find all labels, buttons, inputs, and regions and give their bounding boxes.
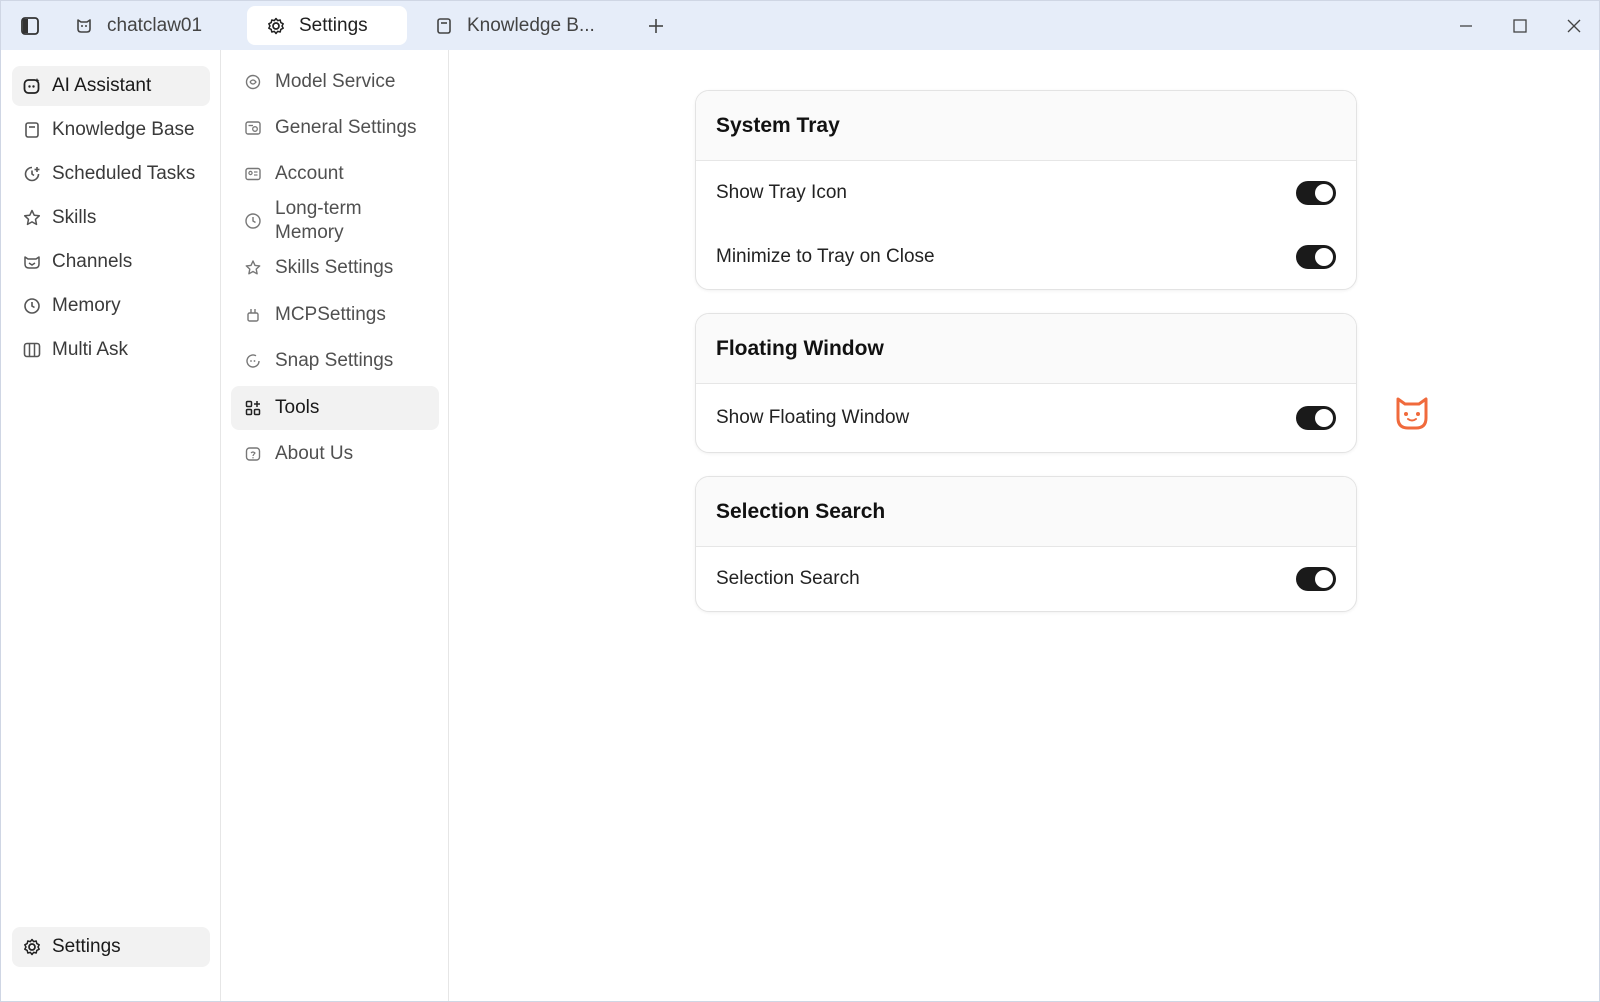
- selection-search-card: Selection Search Selection Search: [695, 476, 1357, 612]
- close-button[interactable]: [1561, 13, 1587, 39]
- setting-row-selection-search: Selection Search: [696, 547, 1356, 611]
- settings-item-label: Account: [275, 163, 344, 184]
- tab-label: Knowledge B...: [467, 14, 595, 36]
- star-icon: [243, 258, 263, 278]
- settings-item-model-service[interactable]: Model Service: [231, 60, 439, 104]
- setting-label: Show Tray Icon: [716, 182, 847, 203]
- sidebar-item-label: Knowledge Base: [52, 119, 195, 140]
- sidebar-item-label: Multi Ask: [52, 339, 129, 360]
- settings-item-account[interactable]: Account: [231, 152, 439, 196]
- sidebar-item-ai-assistant[interactable]: AI Assistant: [12, 66, 210, 106]
- settings-item-label: Tools: [275, 397, 320, 418]
- new-tab-button[interactable]: [643, 13, 669, 39]
- clock-icon: [243, 211, 263, 231]
- card-title: Floating Window: [696, 314, 1356, 384]
- cat-chat-icon: [73, 15, 95, 37]
- setting-label: Minimize to Tray on Close: [716, 246, 935, 267]
- plus-icon: [649, 19, 663, 33]
- sidebar-item-label: AI Assistant: [52, 75, 152, 96]
- tab-label: chatclaw01: [107, 14, 203, 36]
- minimize-button[interactable]: [1453, 13, 1479, 39]
- book-icon: [22, 120, 42, 140]
- gear-icon: [22, 937, 42, 957]
- setting-label: Selection Search: [716, 568, 860, 589]
- setting-row-show-tray-icon: Show Tray Icon: [696, 161, 1356, 225]
- sidebar-toggle-icon[interactable]: [17, 13, 43, 39]
- setting-label: Show Floating Window: [716, 407, 910, 428]
- snap-icon: [243, 351, 263, 371]
- settings-item-label: Snap Settings: [275, 350, 394, 371]
- tab-knowledge-base[interactable]: Knowledge B...: [421, 6, 621, 45]
- minimize-to-tray-toggle[interactable]: [1296, 245, 1336, 269]
- maximize-button[interactable]: [1507, 13, 1533, 39]
- settings-content: System Tray Show Tray Icon Minimize to T…: [450, 50, 1599, 1001]
- tools-grid-icon: [243, 398, 263, 418]
- general-icon: [243, 118, 263, 138]
- toggle-knob: [1315, 184, 1333, 202]
- toggle-knob: [1315, 409, 1333, 427]
- star-icon: [22, 208, 42, 228]
- account-card-icon: [243, 164, 263, 184]
- tab-settings[interactable]: Settings: [247, 6, 407, 45]
- floating-cat-mascot-icon[interactable]: [1392, 393, 1432, 433]
- settings-item-skills[interactable]: Skills Settings: [231, 246, 439, 290]
- columns-icon: [22, 340, 42, 360]
- setting-row-minimize-to-tray: Minimize to Tray on Close: [696, 225, 1356, 289]
- primary-sidebar: AI Assistant Knowledge Base Scheduled Ta…: [1, 50, 221, 1001]
- floating-window-card: Floating Window Show Floating Window: [695, 313, 1357, 453]
- show-tray-icon-toggle[interactable]: [1296, 181, 1336, 205]
- tab-label: Settings: [299, 14, 368, 36]
- toggle-knob: [1315, 570, 1333, 588]
- sidebar-item-knowledge-base[interactable]: Knowledge Base: [12, 110, 210, 150]
- sidebar-item-label: Scheduled Tasks: [52, 163, 196, 184]
- sidebar-item-label: Settings: [52, 936, 121, 957]
- settings-sidebar: Model Service General Settings Account L…: [222, 50, 449, 1001]
- gear-icon: [265, 15, 287, 37]
- clock-icon: [22, 296, 42, 316]
- card-title: Selection Search: [696, 477, 1356, 547]
- about-icon: [243, 444, 263, 464]
- channels-icon: [22, 252, 42, 272]
- system-tray-card: System Tray Show Tray Icon Minimize to T…: [695, 90, 1357, 290]
- settings-item-long-term-memory[interactable]: Long-term Memory: [231, 195, 439, 247]
- sidebar-item-settings[interactable]: Settings: [12, 927, 210, 967]
- sidebar-item-label: Memory: [52, 295, 121, 316]
- sidebar-item-label: Channels: [52, 251, 133, 272]
- book-icon: [433, 15, 455, 37]
- settings-item-label: General Settings: [275, 117, 417, 138]
- model-icon: [243, 72, 263, 92]
- settings-item-mcp[interactable]: MCPSettings: [231, 293, 439, 337]
- show-floating-window-toggle[interactable]: [1296, 406, 1336, 430]
- card-title: System Tray: [696, 91, 1356, 161]
- title-bar: chatclaw01 Settings Knowledge B...: [1, 1, 1599, 50]
- settings-item-label: Model Service: [275, 71, 396, 92]
- settings-item-label: Skills Settings: [275, 257, 394, 278]
- sidebar-item-skills[interactable]: Skills: [12, 198, 210, 238]
- tab-chatclaw01[interactable]: chatclaw01: [61, 6, 231, 45]
- toggle-knob: [1315, 248, 1333, 266]
- settings-item-snap[interactable]: Snap Settings: [231, 339, 439, 383]
- settings-item-label: Long-term Memory: [275, 198, 362, 243]
- settings-item-label: About Us: [275, 443, 354, 464]
- close-icon: [1567, 19, 1581, 33]
- settings-item-about[interactable]: About Us: [231, 432, 439, 476]
- sidebar-item-channels[interactable]: Channels: [12, 242, 210, 282]
- setting-row-show-floating-window: Show Floating Window: [696, 384, 1356, 452]
- app-window: chatclaw01 Settings Knowledge B... AI As…: [0, 0, 1600, 1002]
- settings-item-tools[interactable]: Tools: [231, 386, 439, 430]
- assistant-icon: [22, 76, 42, 96]
- minimize-icon: [1460, 25, 1472, 27]
- plug-icon: [243, 305, 263, 325]
- sidebar-item-memory[interactable]: Memory: [12, 286, 210, 326]
- sidebar-item-scheduled-tasks[interactable]: Scheduled Tasks: [12, 154, 210, 194]
- settings-item-general[interactable]: General Settings: [231, 106, 439, 150]
- selection-search-toggle[interactable]: [1296, 567, 1336, 591]
- sidebar-item-multi-ask[interactable]: Multi Ask: [12, 330, 210, 370]
- maximize-icon: [1513, 19, 1527, 33]
- settings-item-label: MCPSettings: [275, 304, 386, 325]
- sidebar-item-label: Skills: [52, 207, 97, 228]
- clock-plus-icon: [22, 164, 42, 184]
